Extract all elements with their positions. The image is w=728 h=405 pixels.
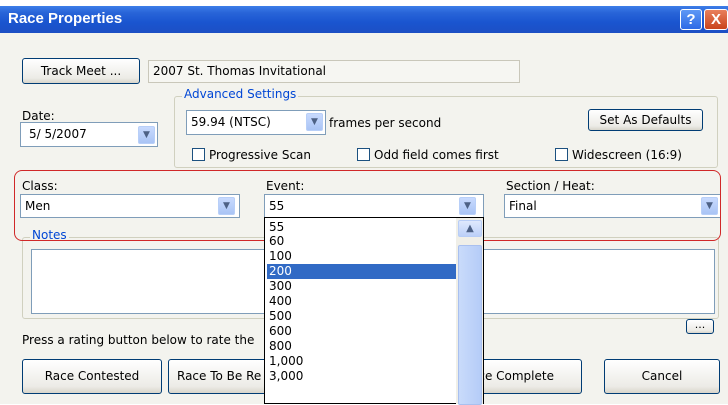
- race-contested-button[interactable]: Race Contested: [22, 359, 162, 394]
- fps-label: frames per second: [329, 116, 442, 130]
- date-value: 5/ 5/2007: [29, 127, 87, 141]
- advanced-settings-title: Advanced Settings: [182, 87, 299, 101]
- progressive-scan-checkbox[interactable]: [192, 148, 205, 161]
- list-item[interactable]: 55: [267, 220, 459, 235]
- notes-ellipsis-button[interactable]: ...: [686, 319, 714, 334]
- track-meet-field: 2007 St. Thomas Invitational: [148, 60, 520, 83]
- list-item[interactable]: 800: [267, 339, 459, 354]
- list-item[interactable]: 500: [267, 309, 459, 324]
- list-item[interactable]: 60: [267, 234, 459, 249]
- list-item[interactable]: 300: [267, 279, 459, 294]
- date-dropdown-icon[interactable]: ▼: [138, 126, 155, 144]
- cancel-button[interactable]: Cancel: [604, 359, 720, 394]
- widescreen-checkbox[interactable]: [555, 148, 568, 161]
- window-title: Race Properties: [8, 10, 123, 27]
- list-item[interactable]: 600: [267, 324, 459, 339]
- set-defaults-button[interactable]: Set As Defaults: [588, 109, 703, 131]
- fps-dropdown-icon[interactable]: ▼: [306, 113, 323, 131]
- date-label: Date:: [22, 109, 55, 123]
- event-dropdown-list[interactable]: 55 60 100 200 300 400 500 600 800 1,000 …: [264, 217, 484, 404]
- list-item[interactable]: 3,000: [267, 369, 459, 384]
- fps-select[interactable]: 59.94 (NTSC): [186, 110, 326, 135]
- odd-field-label: Odd field comes first: [374, 148, 499, 162]
- list-item[interactable]: 400: [267, 294, 459, 309]
- help-icon[interactable]: ?: [680, 9, 702, 30]
- odd-field-checkbox[interactable]: [357, 148, 370, 161]
- fps-value: 59.94 (NTSC): [191, 115, 271, 129]
- rating-prompt: Press a rating button below to rate the: [22, 333, 255, 347]
- track-meet-button[interactable]: Track Meet ...: [22, 58, 140, 84]
- scroll-up-icon[interactable]: ▲: [458, 220, 482, 237]
- list-item[interactable]: 1,000: [267, 354, 459, 369]
- progressive-scan-label: Progressive Scan: [209, 148, 312, 162]
- widescreen-label: Widescreen (16:9): [572, 148, 682, 162]
- list-item-selected[interactable]: 200: [267, 264, 459, 279]
- scroll-thumb[interactable]: [458, 245, 482, 405]
- close-icon[interactable]: X: [704, 9, 728, 30]
- list-item[interactable]: 100: [267, 249, 459, 264]
